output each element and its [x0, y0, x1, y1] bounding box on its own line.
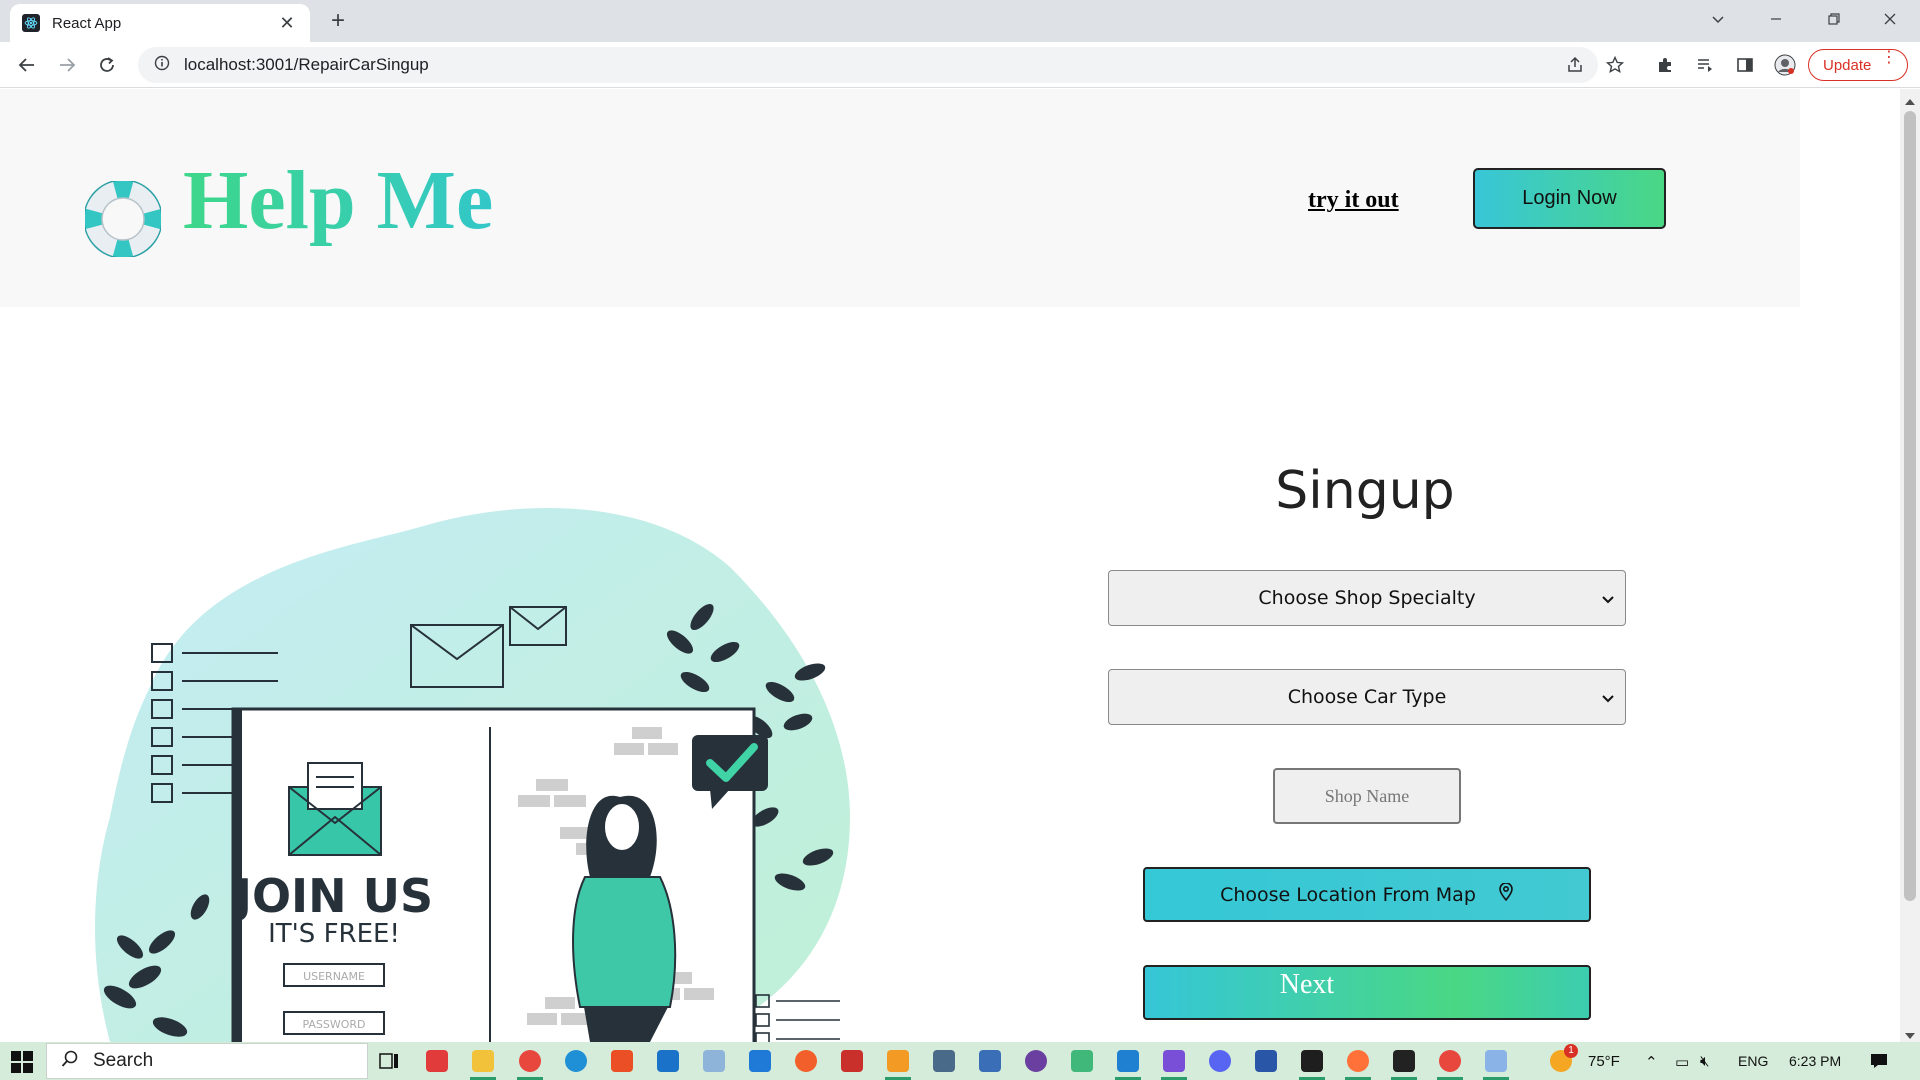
next-button[interactable]: Next	[1143, 965, 1591, 1020]
site-info-icon[interactable]	[154, 55, 170, 76]
sublime-text-icon[interactable]	[887, 1050, 909, 1072]
notifications-icon[interactable]	[1870, 1053, 1888, 1073]
tab-search-chevron-icon[interactable]	[1690, 0, 1746, 38]
chevron-down-icon	[1601, 589, 1615, 611]
bookmark-star-icon[interactable]	[1602, 52, 1628, 78]
update-label: Update	[1823, 56, 1872, 74]
shop-specialty-select[interactable]: Choose Shop Specialty	[1108, 570, 1626, 626]
app-icon-5[interactable]	[841, 1050, 863, 1072]
page-scrollbar[interactable]	[1900, 89, 1920, 1042]
scroll-up-arrow-icon[interactable]	[1905, 93, 1915, 111]
minimize-icon[interactable]	[1748, 0, 1804, 38]
app-icon-9[interactable]	[1071, 1050, 1093, 1072]
chevron-down-icon	[1601, 688, 1615, 710]
site-header: Help Me try it out Login Now	[0, 89, 1800, 307]
mail-icon[interactable]	[657, 1050, 679, 1072]
reload-icon[interactable]	[92, 50, 122, 80]
app-icon-10[interactable]	[1163, 1050, 1185, 1072]
more-menu-icon[interactable]: ⋮	[1881, 50, 1897, 66]
language-indicator[interactable]: ENG	[1738, 1053, 1768, 1069]
brand-title: Help Me	[183, 151, 493, 252]
edge-icon[interactable]	[565, 1050, 587, 1072]
windows-taskbar: Search 1 75°F ⌃ ▭ 🔇︎ ENG 6:23 PM	[0, 1042, 1920, 1080]
browser-titlebar: React App ✕ +	[0, 0, 1920, 42]
restore-icon[interactable]	[1806, 0, 1862, 38]
new-tab-button[interactable]: +	[324, 8, 352, 36]
illus-username-field: USERNAME	[303, 970, 365, 983]
close-tab-icon[interactable]: ✕	[276, 13, 298, 34]
url-text: localhost:3001/RepairCarSingup	[184, 55, 429, 74]
browser-toolbar: localhost:3001/RepairCarSingup Update ⋮	[0, 42, 1920, 88]
weather-icon[interactable]: 1	[1550, 1044, 1578, 1072]
address-bar[interactable]: localhost:3001/RepairCarSingup	[138, 47, 1598, 83]
file-explorer-icon[interactable]	[472, 1050, 494, 1072]
app-icon-7[interactable]	[979, 1050, 1001, 1072]
app-icon-6[interactable]	[933, 1050, 955, 1072]
browser-tab[interactable]: React App ✕	[10, 4, 310, 42]
app-icon-2[interactable]	[703, 1050, 725, 1072]
battery-icon[interactable]: ▭	[1675, 1053, 1689, 1071]
discord-icon[interactable]	[1209, 1050, 1231, 1072]
reading-list-icon[interactable]	[1692, 52, 1718, 78]
terminal-icon[interactable]	[1393, 1050, 1415, 1072]
chrome-icon[interactable]	[519, 1050, 541, 1072]
update-button[interactable]: Update ⋮	[1808, 49, 1908, 81]
forward-icon[interactable]	[52, 50, 82, 80]
clock[interactable]: 6:23 PM	[1789, 1053, 1841, 1069]
choose-location-label: Choose Location From Map	[1220, 883, 1476, 906]
figma-icon[interactable]	[1301, 1050, 1323, 1072]
back-icon[interactable]	[12, 50, 42, 80]
tray-chevron-icon[interactable]: ⌃	[1645, 1053, 1658, 1071]
windows-start-icon[interactable]	[10, 1050, 34, 1074]
tab-title: React App	[52, 14, 122, 32]
office-icon[interactable]	[611, 1050, 633, 1072]
shop-name-input[interactable]: Shop Name	[1273, 768, 1461, 824]
car-type-select[interactable]: Choose Car Type	[1108, 669, 1626, 725]
taskbar-search-box[interactable]: Search	[46, 1043, 368, 1079]
map-pin-icon	[1498, 882, 1514, 906]
scrollbar-thumb[interactable]	[1904, 111, 1916, 901]
choose-location-button[interactable]: Choose Location From Map	[1143, 867, 1591, 922]
signup-illustration: JOIN US IT'S FREE! USERNAME PASSWORD	[90, 487, 860, 1042]
extensions-icon[interactable]	[1652, 52, 1678, 78]
signup-title: Singup	[1275, 461, 1455, 521]
taskbar-search-label: Search	[93, 1050, 154, 1071]
task-view-icon[interactable]	[378, 1050, 400, 1072]
chrome-active-icon[interactable]	[1439, 1050, 1461, 1072]
weather-badge: 1	[1564, 1044, 1578, 1058]
firefox-icon[interactable]	[1347, 1050, 1369, 1072]
illus-password-field: PASSWORD	[302, 1018, 365, 1031]
share-icon[interactable]	[1562, 52, 1588, 78]
profile-avatar-icon[interactable]	[1772, 52, 1798, 78]
weather-temp[interactable]: 75°F	[1588, 1053, 1620, 1070]
close-window-icon[interactable]	[1862, 0, 1918, 38]
side-panel-icon[interactable]	[1732, 52, 1758, 78]
app-icon-11[interactable]	[1255, 1050, 1277, 1072]
app-icon-3[interactable]	[749, 1050, 771, 1072]
try-it-out-link[interactable]: try it out	[1308, 187, 1399, 214]
vscode-icon[interactable]	[1117, 1050, 1139, 1072]
car-type-value: Choose Car Type	[1287, 686, 1447, 708]
its-free-text: IT'S FREE!	[268, 919, 400, 949]
react-favicon-icon	[22, 14, 40, 32]
join-us-heading: JOIN US	[232, 869, 433, 923]
shop-specialty-value: Choose Shop Specialty	[1258, 587, 1476, 609]
page-viewport: Help Me try it out Login Now JOIN US IT'…	[0, 89, 1900, 1042]
app-icon-4[interactable]	[795, 1050, 817, 1072]
volume-muted-icon[interactable]: 🔇︎	[1700, 1053, 1709, 1070]
app-icon-12[interactable]	[1485, 1050, 1507, 1072]
app-icon-8[interactable]	[1025, 1050, 1047, 1072]
search-icon	[61, 1050, 79, 1073]
login-now-button[interactable]: Login Now	[1473, 168, 1666, 229]
lifebuoy-logo-icon	[83, 179, 163, 259]
app-icon-1[interactable]	[426, 1050, 448, 1072]
